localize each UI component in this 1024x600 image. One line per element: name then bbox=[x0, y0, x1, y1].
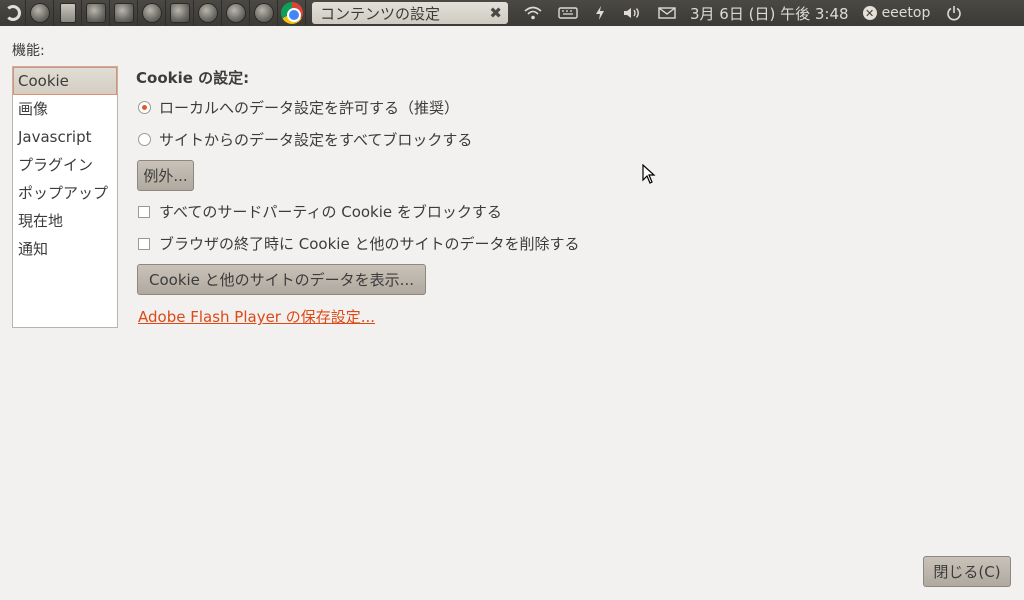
close-button[interactable]: 閉じる(C) bbox=[923, 556, 1011, 587]
top-panel: コンテンツの設定 ✖ 3月 6日 (日) 午後 3:48 ✕ eeetop bbox=[0, 0, 1024, 26]
feature-item-javascript[interactable]: Javascript bbox=[13, 123, 117, 151]
radio-block-row[interactable]: サイトからのデータ設定をすべてブロックする bbox=[138, 129, 472, 150]
indicator-tray: 3月 6日 (日) 午後 3:48 ✕ eeetop bbox=[516, 0, 970, 26]
checkbox-block-third-party[interactable] bbox=[138, 205, 150, 218]
clear-on-exit-row[interactable]: ブラウザの終了時に Cookie と他のサイトのデータを削除する bbox=[138, 233, 579, 254]
user-menu[interactable]: ✕ eeetop bbox=[855, 0, 939, 26]
power-button[interactable] bbox=[938, 0, 970, 26]
radio-allow-label: ローカルへのデータ設定を許可する（推奨） bbox=[159, 99, 460, 117]
app-icon bbox=[225, 3, 246, 23]
feature-item-location[interactable]: 現在地 bbox=[13, 207, 117, 235]
user-name: eeetop bbox=[881, 5, 931, 21]
checkbox-clear-on-exit[interactable] bbox=[138, 237, 150, 250]
feature-item-popups[interactable]: ポップアップ bbox=[13, 179, 117, 207]
flash-player-settings-link[interactable]: Adobe Flash Player の保存設定... bbox=[138, 306, 375, 327]
panel-launcher-1[interactable] bbox=[26, 0, 54, 26]
app-icon bbox=[253, 3, 274, 23]
feature-item-plugins[interactable]: プラグイン bbox=[13, 151, 117, 179]
feature-item-images[interactable]: 画像 bbox=[13, 95, 117, 123]
panel-launcher-7[interactable] bbox=[194, 0, 222, 26]
third-party-row[interactable]: すべてのサードパーティの Cookie をブロックする bbox=[138, 201, 502, 222]
window-title-label: コンテンツの設定 bbox=[320, 4, 441, 23]
radio-allow-local-data[interactable] bbox=[138, 101, 151, 114]
power-icon bbox=[947, 6, 962, 21]
cookie-settings-title: Cookie の設定: bbox=[136, 69, 250, 87]
panel-launcher-9[interactable] bbox=[250, 0, 278, 26]
panel-launcher-5[interactable] bbox=[138, 0, 166, 26]
app-icon bbox=[197, 3, 218, 23]
user-status-icon: ✕ bbox=[862, 6, 877, 20]
radio-allow-row[interactable]: ローカルへのデータ設定を許可する（推奨） bbox=[138, 97, 459, 118]
ubuntu-menu-button[interactable] bbox=[0, 0, 26, 26]
mouse-cursor-icon bbox=[642, 164, 656, 184]
ubuntu-logo-icon bbox=[4, 5, 21, 21]
wifi-icon[interactable] bbox=[516, 0, 550, 26]
clock[interactable]: 3月 6日 (日) 午後 3:48 bbox=[684, 0, 855, 26]
checkbox-third-party-label: すべてのサードパーティの Cookie をブロックする bbox=[159, 203, 502, 221]
settings-icon bbox=[169, 3, 190, 23]
radio-block-site-data[interactable] bbox=[138, 133, 151, 146]
folder-icon bbox=[113, 3, 134, 23]
feature-list: Cookie 画像 Javascript プラグイン ポップアップ 現在地 通知 bbox=[12, 66, 118, 328]
active-window-title[interactable]: コンテンツの設定 ✖ bbox=[312, 2, 508, 24]
exceptions-button[interactable]: 例外... bbox=[137, 160, 194, 191]
feature-item-notifications[interactable]: 通知 bbox=[13, 235, 117, 263]
checkbox-clear-on-exit-label: ブラウザの終了時に Cookie と他のサイトのデータを削除する bbox=[159, 235, 580, 253]
radio-block-label: サイトからのデータ設定をすべてブロックする bbox=[159, 131, 473, 149]
keyboard-icon[interactable] bbox=[550, 0, 586, 26]
show-cookies-button[interactable]: Cookie と他のサイトのデータを表示... bbox=[137, 264, 426, 295]
panel-launcher-8[interactable] bbox=[222, 0, 250, 26]
panel-launcher-2[interactable] bbox=[54, 0, 82, 26]
app-icon bbox=[141, 3, 162, 23]
close-icon[interactable]: ✖ bbox=[489, 4, 502, 22]
panel-launcher-icons bbox=[0, 0, 306, 26]
panel-launcher-4[interactable] bbox=[110, 0, 138, 26]
folder-icon bbox=[85, 3, 106, 23]
mail-icon[interactable] bbox=[650, 0, 684, 26]
text-editor-icon bbox=[59, 3, 76, 23]
app-icon bbox=[29, 3, 50, 23]
panel-launcher-chrome[interactable] bbox=[278, 0, 306, 26]
features-label: 機能: bbox=[12, 43, 45, 59]
chrome-icon bbox=[280, 2, 303, 24]
panel-launcher-3[interactable] bbox=[82, 0, 110, 26]
power-indicator-icon[interactable] bbox=[586, 0, 614, 26]
volume-icon[interactable] bbox=[614, 0, 650, 26]
panel-launcher-6[interactable] bbox=[166, 0, 194, 26]
feature-item-cookie[interactable]: Cookie bbox=[13, 67, 117, 95]
